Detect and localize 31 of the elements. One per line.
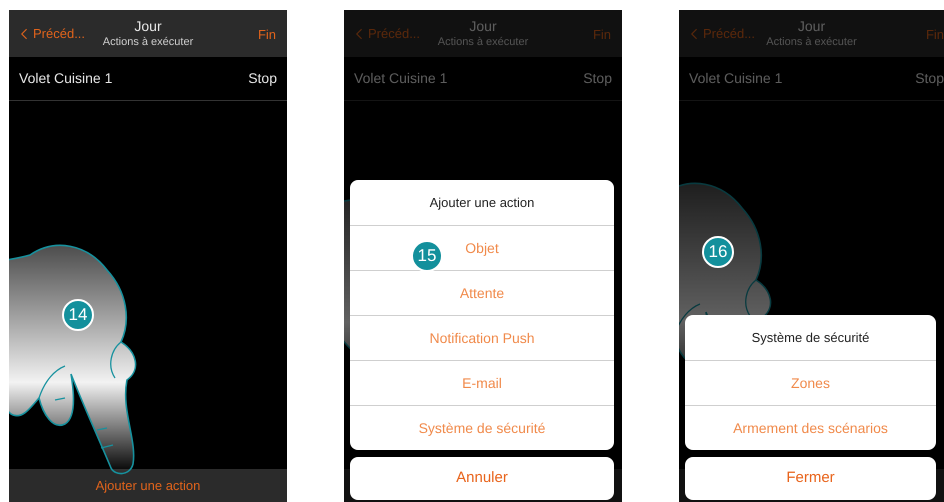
action-row[interactable]: Volet Cuisine 1 Stop (9, 57, 287, 101)
back-button[interactable]: Précéd... (350, 24, 420, 44)
sheet-option[interactable]: Système de sécurité (350, 405, 614, 450)
screen-title: Jour (798, 18, 826, 35)
done-button[interactable]: Fin (258, 25, 276, 44)
sheet-option[interactable]: Attente (350, 270, 614, 315)
cancel-button[interactable]: Fermer (685, 457, 936, 500)
cancel-button[interactable]: Annuler (350, 457, 614, 500)
screen-subtitle: Actions à exécuter (438, 35, 528, 49)
sheet-option[interactable]: Zones (685, 360, 936, 405)
done-button[interactable]: Fin (592, 25, 611, 44)
device-name: Volet Cuisine 1 (689, 69, 782, 88)
sheet-title: Système de sécurité (750, 328, 870, 347)
screen-subtitle: Actions à exécuter (102, 35, 194, 49)
action-row[interactable]: Volet Cuisine 1 Stop (344, 57, 622, 101)
screen-title: Jour (469, 18, 497, 35)
sheet-option[interactable]: Armement des scénarios (685, 405, 936, 450)
action-value: Stop (248, 69, 277, 88)
sheet-option[interactable]: E-mail (350, 360, 614, 405)
device-name: Volet Cuisine 1 (354, 69, 448, 88)
done-button[interactable]: Fin (926, 25, 944, 44)
action-row[interactable]: Volet Cuisine 1 Stop (679, 57, 944, 101)
back-button[interactable]: Précéd... (15, 24, 86, 44)
action-value: Stop (915, 69, 944, 88)
screen-subtitle: Actions à exécuter (766, 35, 857, 49)
sheet-title: Ajouter une action (428, 194, 536, 212)
sheet-option[interactable]: Notification Push (350, 315, 614, 360)
screen-title: Jour (134, 18, 162, 35)
back-button[interactable]: Précéd... (685, 24, 756, 44)
action-value: Stop (583, 69, 612, 88)
device-name: Volet Cuisine 1 (19, 69, 112, 88)
